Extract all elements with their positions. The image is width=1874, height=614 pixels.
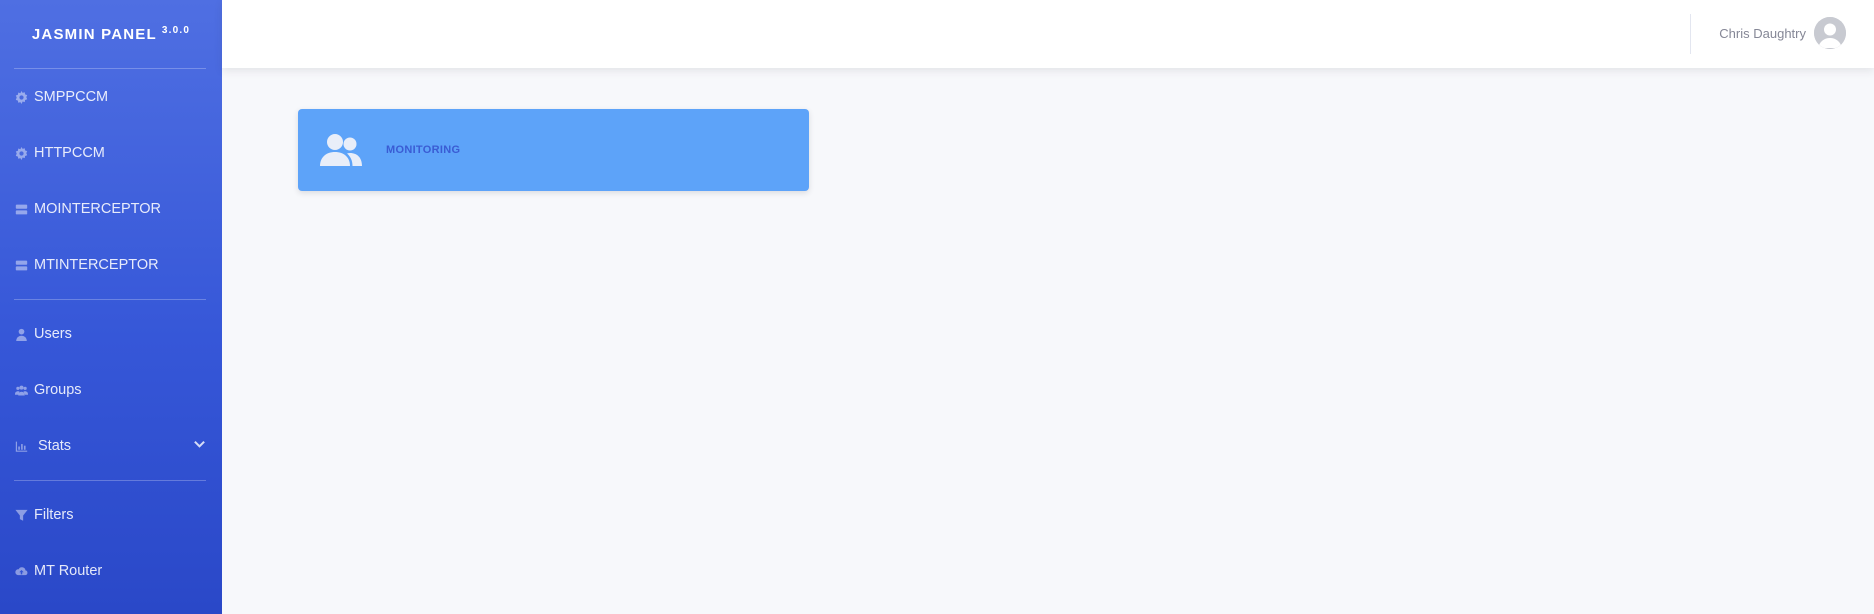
chevron-down-icon[interactable] (193, 438, 206, 455)
cloud-upload-icon (14, 564, 28, 578)
brand-version: 3.0.0 (161, 24, 191, 36)
server-icon (14, 202, 28, 216)
brand-name: JASMIN PANEL (31, 25, 157, 43)
chart-icon (14, 439, 28, 453)
sidebar-divider (14, 480, 206, 481)
sidebar-item-users[interactable]: Users (0, 306, 222, 362)
sidebar-item-filters[interactable]: Filters (0, 487, 222, 543)
users-icon (14, 383, 28, 397)
sidebar-item-label: HTTPCCM (34, 145, 105, 161)
sidebar: JASMIN PANEL 3.0.0 SMPPCCM HTTPCCM MOINTE… (0, 0, 222, 614)
sidebar-item-label: MOINTERCEPTOR (34, 201, 162, 217)
topbar-divider (1690, 14, 1691, 54)
sidebar-item-httpccm[interactable]: HTTPCCM (0, 125, 222, 181)
sidebar-item-smppccm[interactable]: SMPPCCM (0, 69, 222, 125)
sidebar-item-label: Filters (34, 507, 74, 523)
sidebar-item-label: Stats (38, 438, 72, 454)
avatar (1814, 17, 1846, 49)
sidebar-item-groups[interactable]: Groups (0, 362, 222, 418)
sidebar-divider (14, 299, 206, 300)
sidebar-item-label: MTINTERCEPTOR (34, 257, 159, 273)
topbar: Chris Daughtry (222, 0, 1874, 68)
user-icon (14, 327, 28, 341)
gear-icon (14, 146, 28, 160)
sidebar-item-mtinterceptor[interactable]: MTINTERCEPTOR (0, 237, 222, 293)
monitoring-card[interactable]: MONITORING (298, 109, 809, 191)
sidebar-item-mt-router[interactable]: MT Router (0, 543, 222, 599)
sidebar-item-label: Groups (34, 382, 82, 398)
server-icon (14, 258, 28, 272)
sidebar-item-label: SMPPCCM (34, 89, 109, 105)
user-avatar-icon (1814, 17, 1846, 49)
user-name: Chris Daughtry (1719, 25, 1806, 41)
gear-icon (14, 90, 28, 104)
user-menu[interactable]: Chris Daughtry (1719, 17, 1846, 49)
users-icon (320, 133, 362, 167)
sidebar-item-mointerceptor[interactable]: MOINTERCEPTOR (0, 181, 222, 237)
filter-icon (14, 508, 28, 522)
sidebar-item-stats[interactable]: Stats (0, 418, 222, 474)
sidebar-item-label: MT Router (34, 563, 103, 579)
sidebar-item-label: Users (34, 326, 72, 342)
card-title: MONITORING (386, 144, 461, 156)
brand-logo[interactable]: JASMIN PANEL 3.0.0 (0, 0, 222, 68)
